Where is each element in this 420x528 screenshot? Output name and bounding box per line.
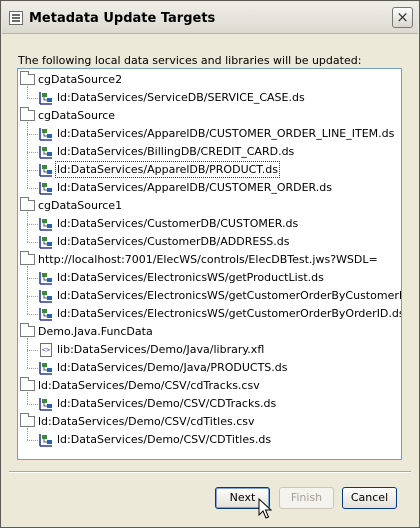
- tree-connector: [27, 242, 38, 243]
- data-service-icon: [39, 308, 52, 321]
- tree-item[interactable]: ld:DataServices/Demo/Java/PRODUCTS.ds: [18, 359, 401, 377]
- update-targets-tree[interactable]: cgDataSource2 ld:DataServices/ServiceDB/S…: [17, 68, 402, 460]
- tree-item-label: ld:DataServices/BillingDB/CREDIT_CARD.ds: [57, 145, 295, 158]
- tree-item[interactable]: ld:DataServices/CustomerDB/ADDRESS.ds: [18, 233, 401, 251]
- tree-connector: [27, 350, 38, 351]
- tree-item[interactable]: ld:DataServices/Demo/CSV/CDTracks.ds: [18, 395, 401, 413]
- title-bar[interactable]: Metadata Update Targets ×: [2, 2, 418, 34]
- tree-item[interactable]: ld:DataServices/ServiceDB/SERVICE_CASE.d…: [18, 89, 401, 107]
- tree-connector: [27, 314, 38, 315]
- tree-item[interactable]: ld:DataServices/ElectronicsWS/getCustome…: [18, 305, 401, 323]
- data-service-icon: [39, 272, 52, 285]
- tree-item-label: ld:DataServices/Demo/CSV/CDTracks.ds: [57, 397, 277, 410]
- cancel-button[interactable]: Cancel: [342, 487, 397, 509]
- tree-group[interactable]: cgDataSource1: [18, 197, 401, 215]
- tree-item-label: ld:DataServices/CustomerDB/ADDRESS.ds: [57, 235, 290, 248]
- tree-item[interactable]: ld:DataServices/ApparelDB/CUSTOMER_ORDER…: [18, 125, 401, 143]
- tree-group-label: http://localhost:7001/ElecWS/controls/El…: [38, 253, 378, 266]
- tree-group[interactable]: http://localhost:7001/ElecWS/controls/El…: [18, 251, 401, 269]
- finish-button[interactable]: Finish: [279, 487, 334, 509]
- tree-group-label: cgDataSource1: [38, 199, 123, 212]
- tree-connector: [27, 296, 38, 297]
- tree-item-label: ld:DataServices/ApparelDB/CUSTOMER_ORDER…: [57, 127, 395, 140]
- tree-item-label: lib:DataServices/Demo/Java/library.xfl: [57, 343, 265, 356]
- folder-icon: [20, 71, 35, 85]
- tree-item-label: ld:DataServices/ApparelDB/CUSTOMER_ORDER…: [57, 181, 333, 194]
- tree-item[interactable]: <> lib:DataServices/Demo/Java/library.xfl: [18, 341, 401, 359]
- tree-connector: [27, 368, 38, 369]
- tree-group[interactable]: ld:DataServices/Demo/CSV/cdTracks.csv: [18, 377, 401, 395]
- data-service-icon: [39, 164, 52, 177]
- tree-group[interactable]: cgDataSource2: [18, 71, 401, 89]
- mouse-pointer-icon: [258, 498, 272, 519]
- tree-group-label: cgDataSource2: [38, 73, 123, 86]
- tree-group-label: cgDataSource: [38, 109, 116, 122]
- tree-group[interactable]: ld:DataServices/Demo/CSV/cdTitles.csv: [18, 413, 401, 431]
- tree-connector: [27, 170, 38, 171]
- tree-item-label: ld:DataServices/ServiceDB/SERVICE_CASE.d…: [57, 91, 305, 104]
- tree-connector: [27, 134, 38, 135]
- tree-connector: [27, 152, 38, 153]
- data-service-icon: [39, 128, 52, 141]
- folder-icon: [20, 413, 35, 427]
- intro-text: The following local data services and li…: [18, 54, 362, 67]
- tree-group[interactable]: Demo.Java.FuncData: [18, 323, 401, 341]
- data-service-icon: [39, 146, 52, 159]
- tree-item-label: ld:DataServices/CustomerDB/CUSTOMER.ds: [57, 217, 299, 230]
- tree-item-label: ld:DataServices/ApparelDB/PRODUCT.ds: [55, 161, 280, 178]
- data-service-icon: [39, 398, 52, 411]
- metadata-update-dialog: Metadata Update Targets × The following …: [0, 0, 420, 528]
- tree-item[interactable]: ld:DataServices/ElectronicsWS/getCustome…: [18, 287, 401, 305]
- tree-connector: [27, 224, 38, 225]
- xfl-library-icon: <>: [40, 343, 52, 357]
- tree-item-label: ld:DataServices/Demo/CSV/CDTitles.ds: [57, 433, 272, 446]
- dialog-title: Metadata Update Targets: [29, 11, 216, 26]
- tree-group-label: ld:DataServices/Demo/CSV/cdTitles.csv: [38, 415, 255, 428]
- data-service-icon: [39, 362, 52, 375]
- tree-group-label: ld:DataServices/Demo/CSV/cdTracks.csv: [38, 379, 260, 392]
- tree-item[interactable]: ld:DataServices/CustomerDB/CUSTOMER.ds: [18, 215, 401, 233]
- tree-item-label: ld:DataServices/ElectronicsWS/getProduct…: [57, 271, 324, 284]
- tree-item-label: ld:DataServices/Demo/Java/PRODUCTS.ds: [57, 361, 288, 374]
- data-service-icon: [39, 218, 52, 231]
- folder-icon: [20, 251, 35, 265]
- data-service-icon: [39, 290, 52, 303]
- tree-item[interactable]: ld:DataServices/ElectronicsWS/getProduct…: [18, 269, 401, 287]
- data-service-icon: [39, 182, 52, 195]
- tree-item[interactable]: ld:DataServices/ApparelDB/PRODUCT.ds: [18, 161, 401, 179]
- dialog-icon: [9, 11, 23, 25]
- tree-connector: [27, 98, 38, 99]
- button-separator: [9, 471, 411, 473]
- data-service-icon: [39, 92, 52, 105]
- data-service-icon: [39, 236, 52, 249]
- tree-item-label: ld:DataServices/ElectronicsWS/getCustome…: [57, 289, 402, 302]
- tree-connector: [27, 188, 38, 189]
- tree-item[interactable]: ld:DataServices/ApparelDB/CUSTOMER_ORDER…: [18, 179, 401, 197]
- tree-item[interactable]: ld:DataServices/Demo/CSV/CDTitles.ds: [18, 431, 401, 449]
- tree-item-label: ld:DataServices/ElectronicsWS/getCustome…: [57, 307, 402, 320]
- folder-icon: [20, 107, 35, 121]
- folder-icon: [20, 197, 35, 211]
- close-button[interactable]: ×: [392, 7, 413, 28]
- tree-group[interactable]: cgDataSource: [18, 107, 401, 125]
- folder-icon: [20, 377, 35, 391]
- tree-connector: [27, 278, 38, 279]
- folder-icon: [20, 323, 35, 337]
- tree-connector: [27, 440, 38, 441]
- tree-connector: [27, 404, 38, 405]
- tree-group-label: Demo.Java.FuncData: [38, 325, 153, 338]
- tree-item[interactable]: ld:DataServices/BillingDB/CREDIT_CARD.ds: [18, 143, 401, 161]
- data-service-icon: [39, 434, 52, 447]
